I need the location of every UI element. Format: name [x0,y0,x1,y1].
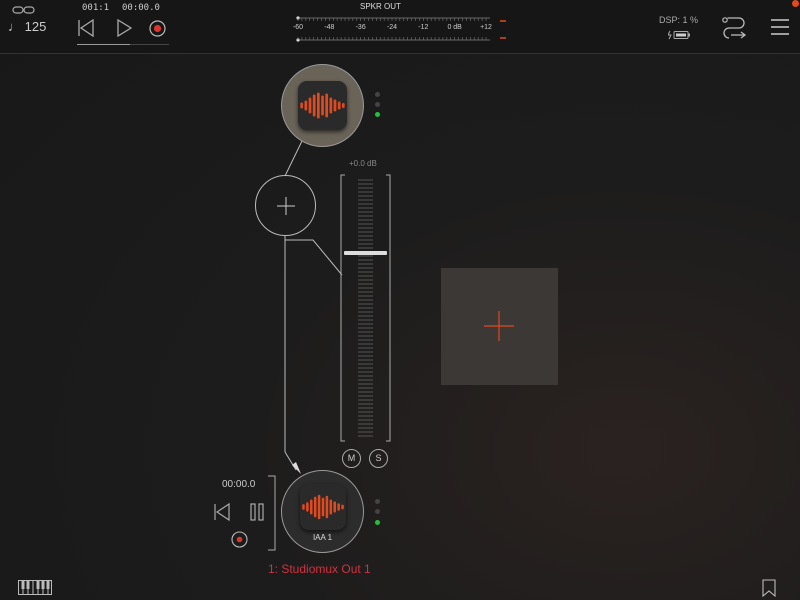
node-label: IAA 1 [312,533,333,542]
fader-handle[interactable] [344,251,387,256]
fader-db-label: +0.0 dB [349,159,377,168]
add-effect-button[interactable] [255,175,316,236]
routing-lines [284,140,343,474]
status-dot [375,102,380,107]
status-dot-active [375,112,380,117]
add-icon [277,197,295,215]
waveform-icon [300,92,345,119]
iaa-node[interactable]: IAA 1 [281,470,364,553]
solo-button[interactable]: S [369,449,388,468]
status-dot-active [375,520,380,525]
mute-button[interactable]: M [342,449,361,468]
app-tile [298,81,347,130]
add-icon [484,311,514,341]
output-label[interactable]: 1: Studiomux Out 1 [268,562,371,576]
status-dot [375,509,380,514]
bookmark-icon[interactable] [762,579,776,597]
add-node-panel[interactable] [441,268,558,385]
player-bracket [268,475,276,551]
player-time: 00:00.0 [222,479,256,490]
source-node[interactable] [281,64,364,147]
volume-fader[interactable] [340,174,391,442]
skip-back-icon[interactable] [213,503,231,521]
pause-icon[interactable] [249,503,265,521]
waveform-icon [302,494,344,520]
record-icon[interactable] [231,531,248,548]
keyboard-icon[interactable] [18,580,52,595]
app-tile [300,484,346,530]
status-dot [375,92,380,97]
status-dot [375,499,380,504]
